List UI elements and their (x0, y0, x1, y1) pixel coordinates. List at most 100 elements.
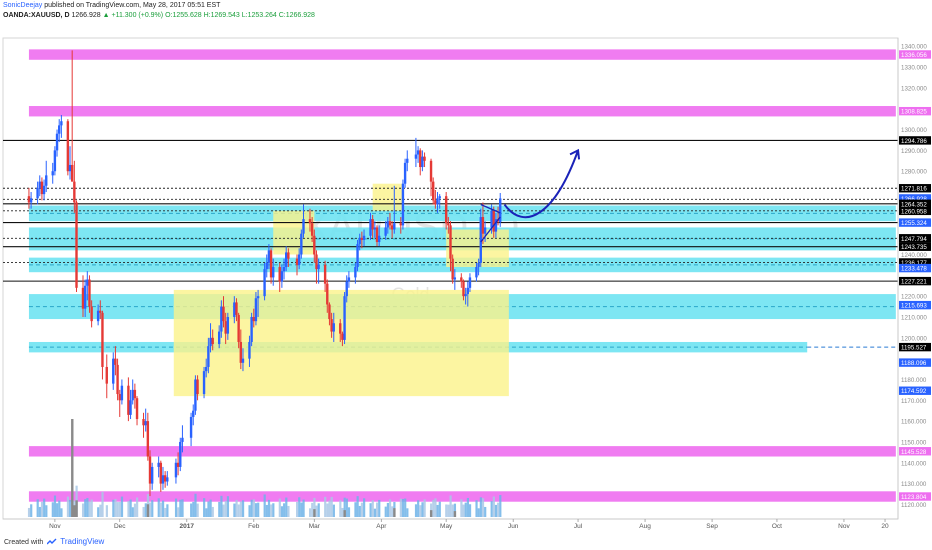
candle-body (354, 267, 357, 278)
volume-spike-bar (429, 510, 433, 517)
volume-bar (151, 500, 154, 517)
candle-body (45, 175, 48, 186)
volume-bar (166, 504, 169, 517)
volume-bar (497, 502, 500, 517)
candle-body (263, 269, 266, 297)
volume-bar (265, 504, 268, 517)
candle-body (161, 475, 165, 484)
volume-bar (490, 501, 493, 517)
x-tick-label: Dec (114, 523, 126, 530)
candle-body (248, 341, 251, 359)
volume-bar (252, 499, 255, 517)
volume-bar (358, 505, 361, 517)
volume-bar (399, 498, 402, 517)
candle-body (146, 421, 150, 457)
footer: Created with TradingView (0, 533, 932, 550)
y-tick-label: 1340.000 (901, 44, 927, 51)
volume-bar (401, 499, 405, 517)
candle-body (393, 223, 396, 230)
candle-body (68, 164, 72, 172)
volume-bar (328, 500, 331, 517)
candle-body (142, 419, 145, 426)
candle-body (269, 250, 273, 278)
price-label-text: 1174.592 (901, 388, 927, 395)
volume-bar (192, 501, 195, 517)
candle-body (302, 219, 305, 234)
tradingview-link[interactable]: TradingView (60, 537, 104, 546)
candle-body (444, 196, 448, 224)
candle-body (373, 227, 377, 230)
candle-body (235, 302, 238, 315)
volume-bar (235, 499, 238, 517)
price-label-text: 1233.478 (901, 266, 927, 273)
candle-body (297, 254, 301, 265)
volume-bar (142, 506, 145, 517)
created-with-text: Created with (4, 539, 44, 546)
candle-body (451, 258, 454, 280)
volume-spike-bar (393, 508, 396, 517)
volume-bar (391, 506, 394, 517)
volume-spike-bar (313, 509, 316, 517)
y-tick-label: 1170.000 (901, 398, 927, 405)
candle-body (388, 221, 392, 226)
candle-body (179, 441, 182, 467)
volume-bar (371, 500, 374, 517)
candle-body (287, 252, 290, 259)
candle-body (468, 277, 472, 288)
volume-bar (250, 499, 253, 517)
candle-body (483, 227, 487, 234)
author-link[interactable]: SonicDeejay (3, 2, 42, 9)
volume-bar (302, 499, 305, 517)
volume-bar (38, 506, 41, 517)
symbol-label: OANDA:XAUUSD, D (3, 12, 70, 19)
volume-bar (464, 502, 467, 517)
volume-bar (43, 498, 46, 517)
volume-bar (254, 503, 258, 517)
volume-bar (447, 504, 450, 517)
volume-bar (181, 499, 184, 517)
candle-body (224, 321, 227, 334)
volume-bar (127, 501, 130, 517)
x-tick-label: Nov (49, 523, 61, 530)
volume-bar (432, 499, 435, 517)
volume-bar (317, 503, 320, 517)
candle-body (466, 287, 469, 295)
volume-bar (384, 506, 387, 517)
volume-bar (280, 506, 284, 517)
volume-bar (237, 504, 240, 517)
candle-body (356, 244, 359, 268)
volume-bar (241, 500, 245, 517)
y-tick-label: 1180.000 (901, 377, 927, 384)
volume-bar (298, 497, 301, 517)
volume-bar (90, 499, 93, 517)
candle-body (429, 160, 433, 182)
volume-spike-bar (343, 510, 346, 517)
candle-body (453, 277, 457, 280)
volume-bar (475, 500, 478, 517)
y-tick-label: 1240.000 (901, 252, 927, 259)
volume-bar (56, 503, 59, 517)
volume-bar (116, 502, 119, 517)
candle-body (272, 267, 275, 278)
volume-bar (436, 504, 439, 517)
candle-body (148, 456, 152, 484)
price-label-text: 1255.324 (901, 220, 927, 227)
candle-body (174, 462, 178, 478)
volume-bar (445, 504, 448, 517)
volume-bar (257, 502, 260, 517)
volume-bar (438, 501, 441, 517)
candle-body (75, 202, 78, 288)
price-chart[interactable]: XAUUSD, DGold1120.0001130.0001140.000115… (0, 24, 932, 533)
volume-bar (60, 508, 63, 517)
candle-body (362, 235, 366, 240)
y-tick-label: 1330.000 (901, 65, 927, 72)
candle-body (406, 158, 409, 163)
volume-bar (205, 508, 208, 517)
volume-bar (69, 499, 72, 517)
volume-bar (27, 507, 31, 517)
volume-bar (449, 495, 452, 517)
candle-body (36, 187, 39, 199)
last-price: 1266.928 (71, 12, 101, 19)
volume-bar (174, 498, 178, 517)
candle-body (60, 121, 63, 126)
